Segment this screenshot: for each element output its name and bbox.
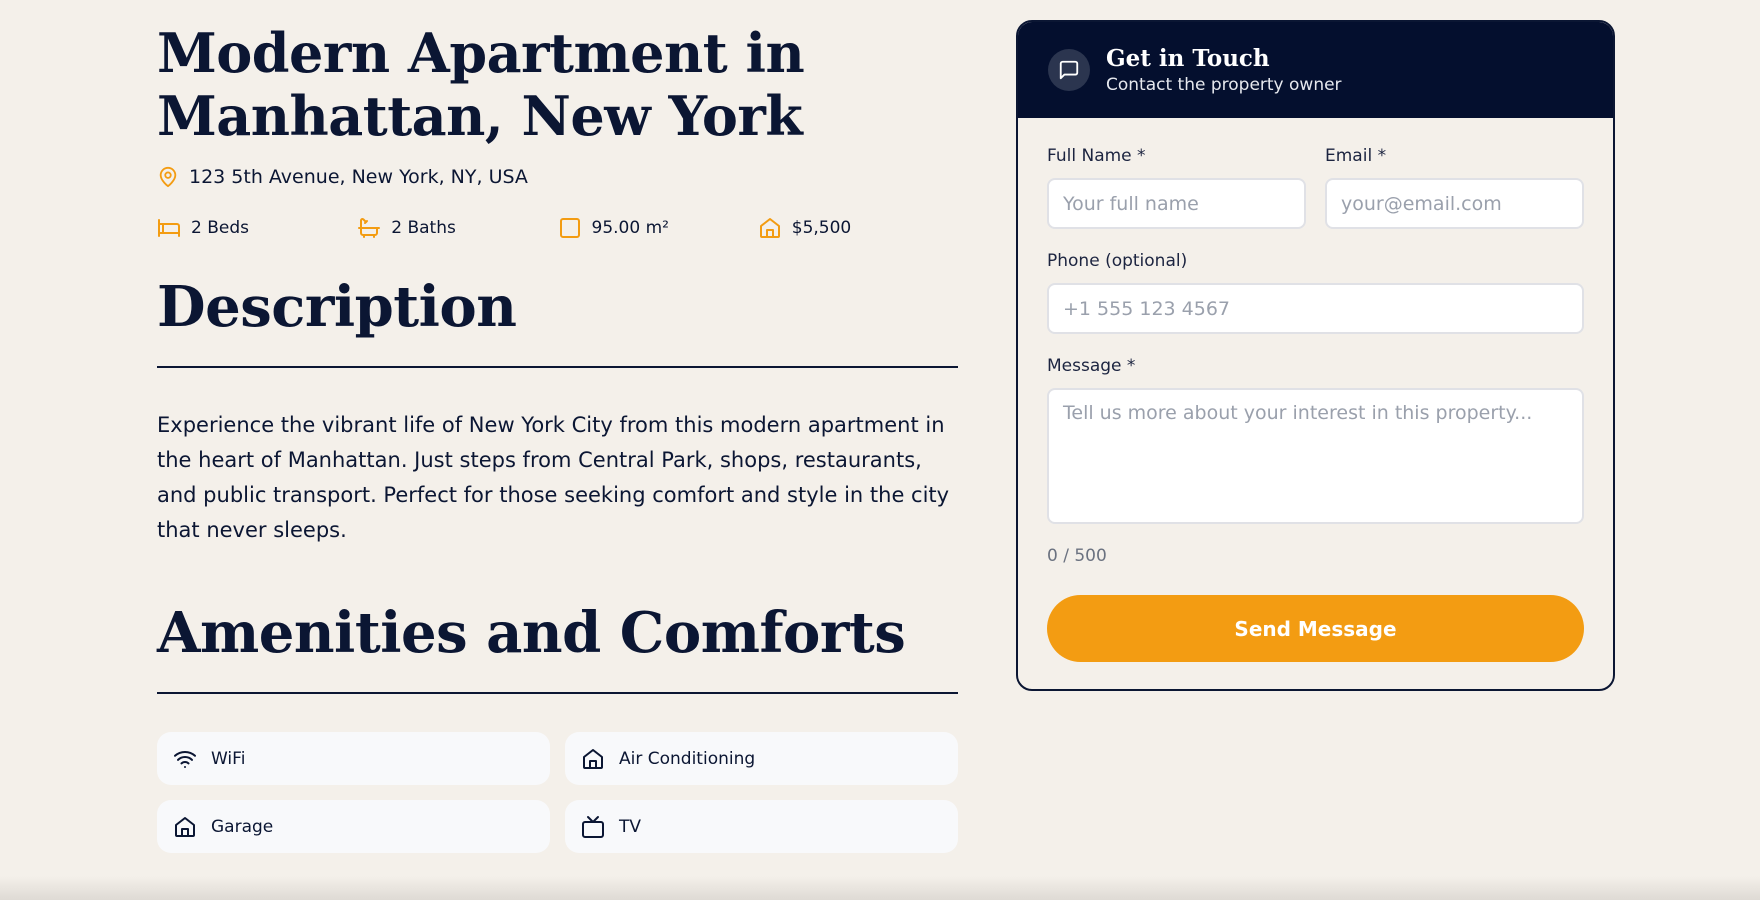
bath-icon bbox=[358, 218, 381, 238]
tv-icon bbox=[582, 815, 604, 838]
amenity-item: TV bbox=[565, 800, 958, 853]
amenity-label: TV bbox=[619, 816, 642, 837]
amenity-item: Garage bbox=[157, 800, 550, 853]
name-label: Full Name * bbox=[1047, 146, 1146, 166]
full-name-input[interactable] bbox=[1047, 178, 1306, 229]
baths-label: 2 Baths bbox=[391, 218, 456, 238]
listing-address: 123 5th Avenue, New York, NY, USA bbox=[157, 166, 958, 188]
address-text: 123 5th Avenue, New York, NY, USA bbox=[189, 166, 528, 188]
listing-title: Modern Apartment in Manhattan, New York bbox=[157, 21, 805, 148]
message-textarea[interactable] bbox=[1047, 388, 1584, 524]
description-heading: Description bbox=[157, 274, 958, 368]
email-label: Email * bbox=[1325, 146, 1387, 166]
chat-icon bbox=[1048, 49, 1090, 91]
amenities-grid: WiFi Air Conditioning Garage TV bbox=[157, 732, 958, 853]
message-label: Message * bbox=[1047, 356, 1136, 376]
contact-subtitle: Contact the property owner bbox=[1106, 75, 1342, 95]
square-icon bbox=[559, 218, 580, 238]
amenities-heading: Amenities and Comforts bbox=[157, 600, 958, 694]
amenity-label: WiFi bbox=[211, 748, 246, 769]
amenity-item: WiFi bbox=[157, 732, 550, 785]
contact-title: Get in Touch bbox=[1106, 45, 1270, 72]
listing-stats: 2 Beds 2 Baths 95.00 m² $5,500 bbox=[157, 216, 958, 240]
phone-label: Phone (optional) bbox=[1047, 251, 1188, 271]
stat-area: 95.00 m² bbox=[558, 216, 758, 240]
description-text: Experience the vibrant life of New York … bbox=[157, 413, 950, 542]
amenity-label: Air Conditioning bbox=[619, 748, 756, 769]
amenity-item: Air Conditioning bbox=[565, 732, 958, 785]
send-message-button[interactable]: Send Message bbox=[1047, 595, 1584, 662]
phone-input[interactable] bbox=[1047, 283, 1584, 334]
listing-details: Modern Apartment in Manhattan, New York … bbox=[157, 0, 958, 853]
area-label: 95.00 m² bbox=[591, 218, 669, 238]
price-label: $5,500 bbox=[791, 218, 852, 238]
map-pin-icon bbox=[159, 166, 177, 188]
stat-price: $5,500 bbox=[758, 216, 958, 240]
stat-baths: 2 Baths bbox=[357, 216, 557, 240]
email-input[interactable] bbox=[1325, 178, 1584, 229]
stat-beds: 2 Beds bbox=[157, 216, 357, 240]
contact-card: Get in Touch Contact the property owner … bbox=[1016, 20, 1615, 691]
message-char-counter: 0 / 500 bbox=[1047, 546, 1107, 566]
wifi-icon bbox=[174, 750, 196, 768]
bottom-shadow bbox=[0, 876, 1760, 900]
amenity-label: Garage bbox=[211, 816, 274, 837]
contact-card-header: Get in Touch Contact the property owner bbox=[1018, 22, 1613, 118]
home-icon bbox=[583, 748, 603, 769]
contact-form: Full Name * Email * Phone (optional) Mes… bbox=[1018, 118, 1613, 662]
beds-label: 2 Beds bbox=[191, 218, 249, 238]
home-icon bbox=[175, 816, 195, 837]
home-icon bbox=[759, 218, 780, 238]
bed-icon bbox=[158, 219, 180, 237]
